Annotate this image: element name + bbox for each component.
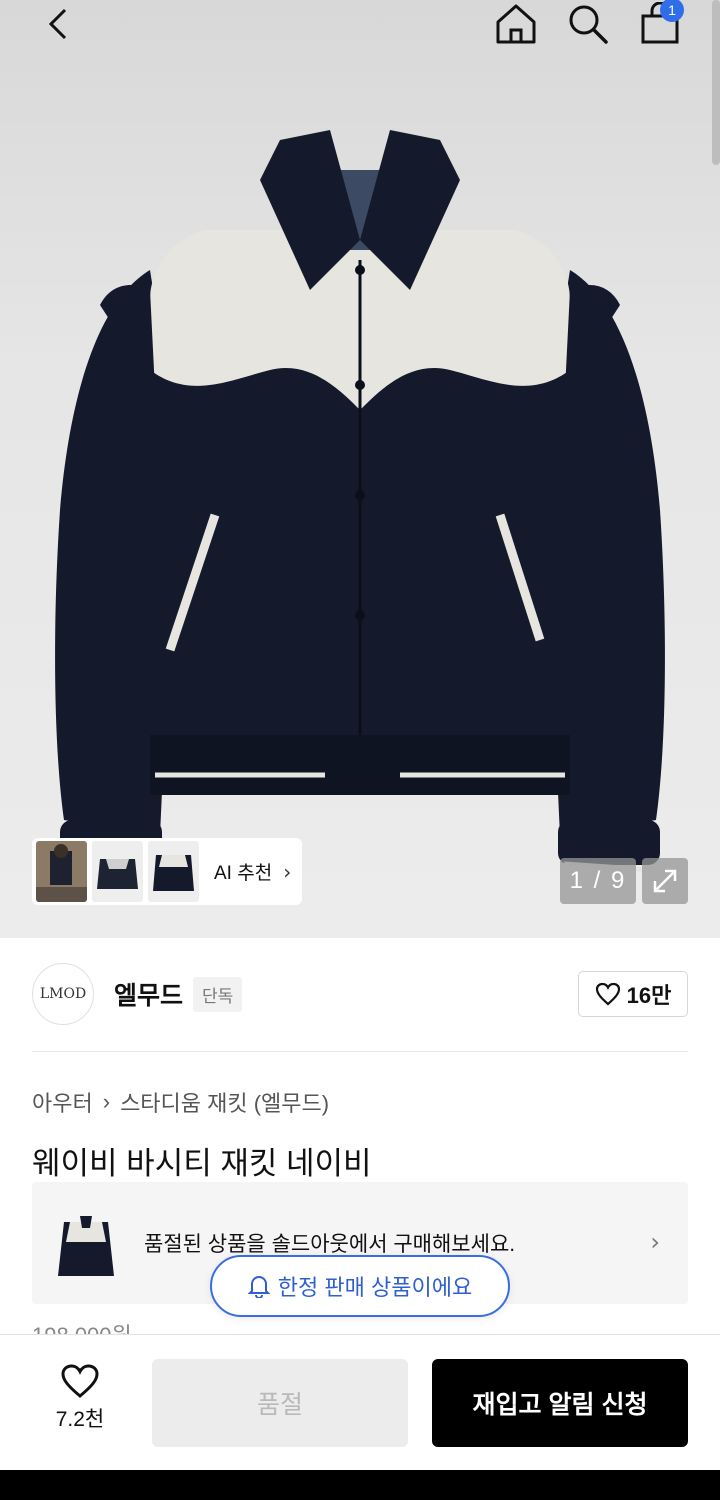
shopping-bag-button[interactable]: 1	[636, 0, 684, 48]
banner-jacket-thumbnail	[58, 1216, 114, 1276]
chevron-right-icon: ›	[283, 859, 292, 884]
breadcrumb-category[interactable]: 아우터	[32, 1086, 93, 1118]
exclusive-badge: 단독	[193, 976, 243, 1012]
brand-logo-text: LMOD	[39, 986, 87, 1002]
bottom-action-bar: 7.2천 품절 재입고 알림 신청	[0, 1334, 720, 1470]
limited-sale-text: 한정 판매 상품이에요	[277, 1275, 473, 1300]
product-price: 198,000원	[32, 1318, 132, 1334]
ai-thumbnail-jacket-back[interactable]	[92, 841, 143, 902]
expand-image-button[interactable]	[642, 858, 688, 904]
ai-thumbnail-photo[interactable]	[36, 841, 87, 902]
chevron-left-icon	[48, 8, 67, 40]
soldout-button: 품절	[152, 1359, 408, 1447]
chevron-right-icon: ›	[650, 1228, 660, 1256]
brand-like-button[interactable]: 16만	[578, 971, 688, 1017]
ai-recommend-card[interactable]: AI 추천 ›	[32, 838, 302, 905]
heart-icon	[61, 1364, 99, 1398]
ai-recommend-label: AI 추천	[214, 863, 273, 884]
bell-icon	[247, 1276, 270, 1298]
product-jacket-image	[55, 130, 665, 873]
divider	[32, 1051, 688, 1052]
breadcrumb: 아우터 › 스타디움 재킷 (엘무드)	[32, 1086, 329, 1118]
limited-sale-notice: 한정 판매 상품이에요	[210, 1255, 510, 1317]
search-icon	[569, 5, 608, 44]
brand-row: LMOD 엘무드 단독 16만	[32, 962, 688, 1026]
home-button[interactable]	[492, 0, 540, 48]
ai-thumbnail-jacket-front[interactable]	[148, 841, 199, 902]
product-image-gallery[interactable]: 1 AI 추천 › 1 / 9	[0, 0, 720, 938]
brand-logo[interactable]: LMOD	[32, 963, 94, 1025]
search-button[interactable]	[564, 0, 612, 48]
system-navigation-bar	[0, 1470, 720, 1500]
wishlist-count: 7.2천	[55, 1408, 105, 1431]
brand-name-link[interactable]: 엘무드	[114, 976, 183, 1012]
scrollbar[interactable]	[712, 0, 720, 165]
wishlist-button[interactable]: 7.2천	[40, 1363, 120, 1433]
image-counter: 1 / 9	[560, 858, 636, 904]
back-button[interactable]	[36, 0, 80, 48]
soldout-banner-text: 품절된 상품을 솔드아웃에서 구매해보세요.	[144, 1233, 516, 1256]
restock-alert-button[interactable]: 재입고 알림 신청	[432, 1359, 688, 1447]
brand-like-count: 16만	[626, 983, 672, 1008]
chevron-right-icon: ›	[102, 1089, 111, 1114]
breadcrumb-subcategory[interactable]: 스타디움 재킷 (엘무드)	[120, 1086, 329, 1118]
product-title: 웨이비 바시티 재킷 네이비	[32, 1146, 372, 1181]
expand-icon	[653, 869, 677, 893]
home-icon	[496, 4, 536, 44]
heart-icon	[595, 982, 620, 1006]
